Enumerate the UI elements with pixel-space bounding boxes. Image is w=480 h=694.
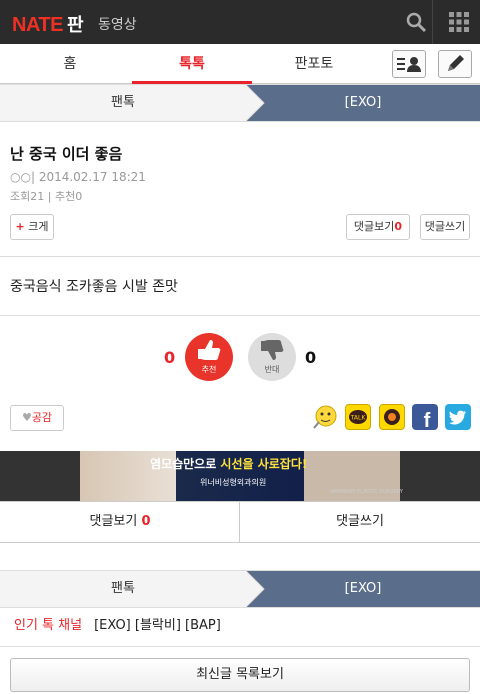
- post-meta: ○○| 2014.02.17 18:21: [10, 170, 146, 184]
- breadcrumb-exo[interactable]: [EXO]: [246, 571, 480, 607]
- font-size-button[interactable]: + 크게: [10, 214, 54, 240]
- recommend-button[interactable]: 추천: [185, 333, 233, 381]
- divider: [0, 315, 480, 316]
- write-comment-link[interactable]: 댓글쓰기: [240, 502, 480, 542]
- twitter-share-icon[interactable]: [445, 404, 471, 430]
- empathy-button[interactable]: ♥공감: [10, 405, 64, 431]
- write-comment-button[interactable]: 댓글쓰기: [420, 214, 470, 240]
- breadcrumb: 팬톡 [EXO]: [0, 84, 480, 122]
- kakaostory-share-icon[interactable]: [379, 404, 405, 430]
- latest-list-button[interactable]: 최신글 목록보기: [10, 658, 470, 692]
- emoticon-share-icon[interactable]: [312, 404, 338, 430]
- oppose-count: 0: [305, 348, 317, 367]
- breadcrumb-fantalk[interactable]: 팬톡: [0, 85, 246, 121]
- ad-clinic-name: 위너비성형외과의원: [200, 478, 267, 487]
- search-icon[interactable]: [404, 10, 428, 34]
- post-title: 난 중국 이더 좋음: [10, 145, 123, 163]
- plus-icon: +: [15, 220, 25, 233]
- nate-logo[interactable]: NATE 판: [12, 11, 84, 37]
- recommend-label: 추천: [201, 365, 217, 374]
- breadcrumb-arrow-icon: [246, 571, 265, 607]
- profile-list-icon: [397, 57, 421, 72]
- post-body: 중국음식 조카좋음 시발 존맛: [10, 279, 178, 295]
- popular-channels: 인기 톡 채널 [EXO] [블락비] [BAP]: [0, 607, 480, 647]
- post-author: ○○: [10, 170, 31, 184]
- popular-channels-list[interactable]: [EXO] [블락비] [BAP]: [94, 618, 221, 633]
- profile-list-button[interactable]: [392, 50, 426, 78]
- breadcrumb-arrow-icon: [246, 85, 265, 121]
- svg-text:f: f: [424, 410, 431, 430]
- post-views: 조회21: [10, 190, 45, 203]
- tab-panphoto[interactable]: 판포토: [254, 44, 374, 84]
- popular-channels-label: 인기 톡 채널: [14, 618, 83, 633]
- heart-icon: ♥: [21, 411, 32, 424]
- post-stats: 조회21 | 추천0: [10, 190, 83, 203]
- top-bar: NATE 판 동영상: [0, 0, 480, 44]
- grid-menu-icon[interactable]: [448, 11, 470, 33]
- comment-bar: 댓글보기 0 댓글쓰기: [0, 501, 480, 543]
- ad-headline: 염모습만으로 시선을 사로잡다!: [150, 457, 308, 471]
- view-comments-button[interactable]: 댓글보기0: [346, 214, 410, 240]
- oppose-label: 반대: [264, 365, 280, 374]
- oppose-button[interactable]: 반대: [248, 333, 296, 381]
- pencil-icon: [448, 55, 464, 71]
- breadcrumb-bottom: 팬톡 [EXO]: [0, 570, 480, 608]
- video-link[interactable]: 동영상: [98, 14, 137, 34]
- tab-toktok[interactable]: 톡톡: [132, 44, 252, 84]
- post-date: 2014.02.17 18:21: [38, 170, 146, 184]
- main-tabs: 홈 톡톡 판포토: [0, 44, 480, 84]
- post-recommend: 추천0: [54, 190, 83, 203]
- kakaotalk-share-icon[interactable]: TALK: [345, 404, 371, 430]
- divider: [0, 256, 480, 257]
- write-button[interactable]: [438, 50, 472, 78]
- view-comments-link[interactable]: 댓글보기 0: [0, 502, 240, 542]
- tab-home[interactable]: 홈: [10, 44, 130, 84]
- divider: [432, 0, 433, 44]
- recommend-count: 0: [164, 348, 176, 367]
- facebook-share-icon[interactable]: f: [412, 404, 438, 432]
- breadcrumb-exo[interactable]: [EXO]: [246, 85, 480, 121]
- breadcrumb-fantalk[interactable]: 팬톡: [0, 571, 246, 607]
- ad-clinic-english: WANNABE PLASTIC SURGERY: [330, 489, 403, 495]
- svg-text:TALK: TALK: [350, 415, 367, 422]
